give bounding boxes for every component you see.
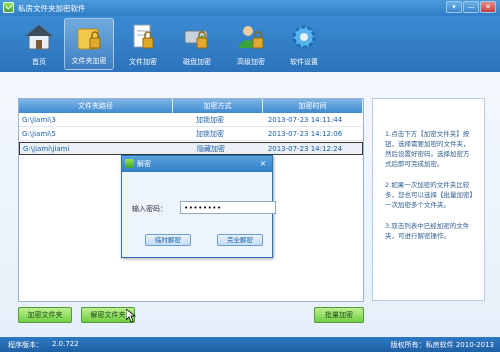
close-button[interactable]: ✕ (480, 1, 496, 13)
row-time: 2013-07-23 14:11:44 (267, 116, 343, 124)
help-text-3: 3.双击列表中已经加密的文件夹，可进行解密操作。 (385, 222, 470, 240)
decrypt-dialog: 解密 × 输入密码： 临时解密 完全解密 (121, 155, 276, 258)
help-panel: 1.点击下方【加密文件夹】按钮，选择需要加密的文件夹，然后设置好密码。选择加密方… (372, 98, 485, 301)
version-label: 程序版本： (8, 341, 43, 349)
row-path: G:\jiami\jiami (23, 145, 70, 153)
encrypt-folder-button[interactable]: 加密文件夹 (18, 307, 72, 323)
tool-folder-encrypt[interactable]: 文件夹加密 (64, 18, 114, 70)
tool-settings-label: 软件设置 (290, 58, 318, 66)
tool-folder-encrypt-label: 文件夹加密 (71, 57, 107, 65)
app-shield-icon (3, 2, 14, 13)
gear-icon (292, 25, 316, 49)
password-label: 输入密码： (132, 205, 167, 213)
title-bar: 私房文件夹加密软件 ▾ — ✕ (0, 0, 500, 16)
temp-decrypt-button[interactable]: 临时解密 (145, 234, 191, 246)
password-field[interactable] (180, 201, 276, 214)
row-path: G:\jiami\3 (22, 116, 56, 124)
tool-home[interactable]: 首页 (14, 18, 64, 70)
file-lock-icon (133, 24, 154, 49)
disk-lock-icon (184, 30, 208, 49)
help-text-2: 2.如果一次加密的文件夹比较多，您也可以选择【批量加密】一次加密多个文件夹。 (385, 181, 473, 209)
window-controls: ▾ — ✕ (446, 1, 496, 13)
col-header-path[interactable]: 文件夹路径 (19, 99, 173, 113)
user-lock-icon (239, 26, 264, 49)
table-row[interactable]: G:\jiami\5 加锁加密 2013-07-23 14:12:06 (19, 128, 363, 141)
dialog-title-bar[interactable]: 解密 × (122, 156, 272, 172)
tool-advanced-encrypt[interactable]: 高级加密 (226, 18, 276, 70)
folder-lock-icon (77, 28, 101, 50)
full-decrypt-button[interactable]: 完全解密 (217, 234, 263, 246)
table-header: 文件夹路径 加密方式 加密时间 (19, 99, 363, 113)
tool-home-label: 首页 (32, 58, 46, 66)
row-time: 2013-07-23 14:12:24 (267, 145, 343, 153)
status-bar: 程序版本： 2.0.722 版权所有：私房软件 2010-2013 (0, 337, 500, 352)
minimize-button[interactable]: — (463, 1, 479, 13)
col-header-time[interactable]: 加密时间 (263, 99, 363, 113)
version-value: 2.0.722 (52, 340, 79, 348)
row-time: 2013-07-23 14:12:06 (267, 130, 343, 138)
dialog-shield-icon (125, 159, 134, 168)
help-text-1: 1.点击下方【加密文件夹】按钮，选择需要加密的文件夹，然后设置好密码。选择加密方… (385, 130, 470, 168)
tool-advanced-encrypt-label: 高级加密 (237, 58, 265, 66)
row-method: 加锁加密 (196, 116, 224, 124)
table-row[interactable]: G:\jiami\3 加锁加密 2013-07-23 14:11:44 (19, 114, 363, 127)
home-icon (24, 24, 54, 50)
tool-file-encrypt-label: 文件加密 (129, 58, 157, 66)
tool-disk-encrypt[interactable]: 磁盘加密 (172, 18, 222, 70)
dialog-close-icon[interactable]: × (257, 158, 269, 169)
row-method: 加锁加密 (196, 130, 224, 138)
main-toolbar: 首页 文件夹加密 文件加密 磁盘加密 高级加密 软件设置 (0, 16, 500, 72)
dialog-title: 解密 (137, 160, 151, 168)
tool-file-encrypt[interactable]: 文件加密 (118, 18, 168, 70)
menu-dropdown-button[interactable]: ▾ (446, 1, 462, 13)
tool-settings[interactable]: 软件设置 (279, 18, 329, 70)
copyright-text: 版权所有：私房软件 2010-2013 (390, 341, 494, 349)
table-row-selected[interactable]: G:\jiami\jiami 隐藏加密 2013-07-23 14:12:24 (19, 142, 363, 155)
row-method: 隐藏加密 (197, 145, 225, 153)
row-path: G:\jiami\5 (22, 130, 56, 138)
col-header-method[interactable]: 加密方式 (173, 99, 263, 113)
tool-disk-encrypt-label: 磁盘加密 (183, 58, 211, 66)
batch-encrypt-button[interactable]: 批量加密 (314, 307, 364, 323)
window-title: 私房文件夹加密软件 (18, 4, 86, 13)
